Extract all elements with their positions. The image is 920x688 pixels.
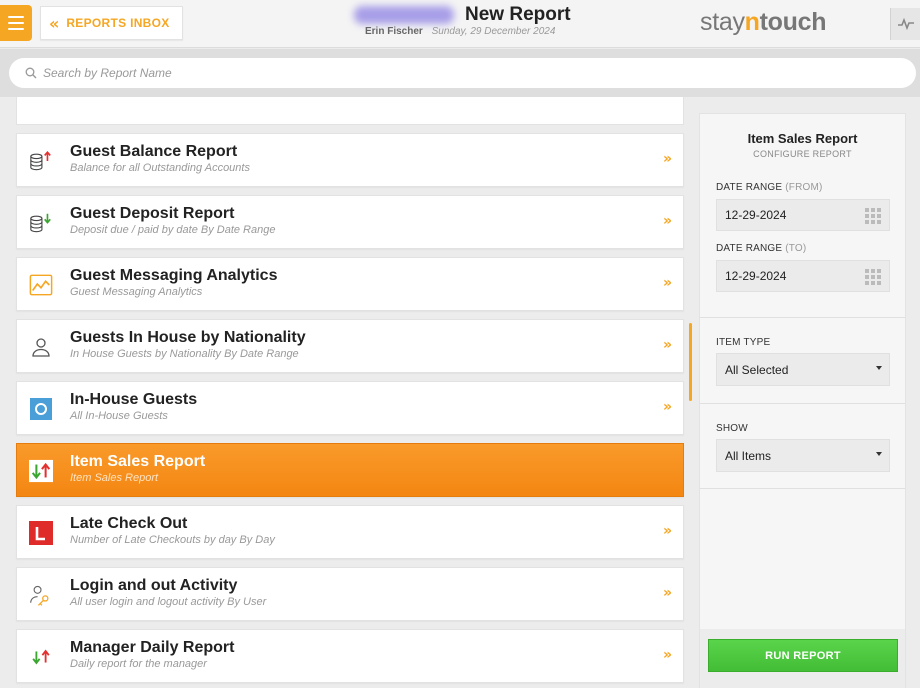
double-chevron-right-icon: » [662, 275, 672, 291]
run-report-button[interactable]: RUN REPORT [708, 639, 898, 672]
show-label: SHOW [716, 423, 748, 434]
arrows-up-down-icon [29, 645, 53, 669]
report-title: Item Sales Report [70, 453, 206, 470]
report-description: Daily report for the manager [70, 658, 207, 670]
hotel-name-blurred [354, 6, 454, 24]
report-row-guest-deposit[interactable]: Guest Deposit Report Deposit due / paid … [16, 195, 684, 249]
report-description: Deposit due / paid by date By Date Range [70, 224, 276, 236]
date-from-label: DATE RANGE (FROM) [716, 182, 823, 193]
report-row-guest-messaging[interactable]: Guest Messaging Analytics Guest Messagin… [16, 257, 684, 311]
show-value: All Items [725, 449, 772, 463]
menu-bar-icon [8, 22, 24, 24]
report-row-guest-balance[interactable]: Guest Balance Report Balance for all Out… [16, 133, 684, 187]
double-chevron-right-icon: » [662, 647, 672, 663]
report-description: Number of Late Checkouts by day By Day [70, 534, 275, 546]
show-select[interactable]: All Items [716, 439, 890, 472]
report-description: All user login and logout activity By Us… [70, 596, 267, 608]
report-description: All In-House Guests [70, 410, 168, 422]
in-house-icon [29, 397, 53, 421]
person-icon [29, 335, 53, 359]
item-type-label: ITEM TYPE [716, 337, 771, 348]
report-row-manager-daily[interactable]: Manager Daily Report Daily report for th… [16, 629, 684, 683]
calendar-icon[interactable] [865, 269, 881, 285]
caret-down-icon [876, 452, 882, 456]
report-row-late-check-out[interactable]: Late Check Out Number of Late Checkouts … [16, 505, 684, 559]
reports-inbox-button[interactable]: « REPORTS INBOX [40, 6, 183, 40]
divider [700, 317, 905, 318]
report-row-guests-nationality[interactable]: Guests In House by Nationality In House … [16, 319, 684, 373]
report-description: Guest Messaging Analytics [70, 286, 203, 298]
caret-down-icon [876, 366, 882, 370]
divider [700, 488, 905, 489]
date-from-value: 12-29-2024 [725, 208, 787, 222]
double-chevron-right-icon: » [662, 213, 672, 229]
run-report-area: RUN REPORT [700, 629, 905, 688]
item-type-value: All Selected [725, 363, 789, 377]
search-input[interactable] [43, 66, 643, 80]
report-row-partial[interactable] [16, 97, 684, 125]
report-title: Guest Balance Report [70, 143, 238, 160]
report-title: Login and out Activity [70, 577, 238, 594]
item-type-select[interactable]: All Selected [716, 353, 890, 386]
config-report-title: Item Sales Report [747, 131, 858, 146]
configure-report-panel: Item Sales Report CONFIGURE REPORT DATE … [699, 113, 906, 688]
date-to-value: 12-29-2024 [725, 269, 787, 283]
late-checkout-icon [29, 521, 53, 545]
report-list: Guest Balance Report Balance for all Out… [0, 97, 694, 688]
report-title: Guest Deposit Report [70, 205, 235, 222]
divider [700, 403, 905, 404]
report-description: Balance for all Outstanding Accounts [70, 162, 250, 174]
double-chevron-right-icon: » [662, 523, 672, 539]
report-row-login-activity[interactable]: Login and out Activity All user login an… [16, 567, 684, 621]
coins-up-icon [29, 149, 53, 173]
report-description: Item Sales Report [70, 472, 159, 484]
reports-inbox-label: REPORTS INBOX [66, 16, 170, 30]
double-chevron-right-icon: » [662, 585, 672, 601]
double-chevron-left-icon: « [49, 13, 59, 33]
report-title: Manager Daily Report [70, 639, 235, 656]
double-chevron-right-icon: » [662, 399, 672, 415]
activity-wave-icon [897, 18, 914, 30]
report-title: Guest Messaging Analytics [70, 267, 278, 284]
menu-bar-icon [8, 16, 24, 18]
report-row-in-house-guests[interactable]: In-House Guests All In-House Guests » [16, 381, 684, 435]
double-chevron-right-icon: » [662, 337, 672, 353]
arrows-up-down-icon [29, 459, 53, 483]
search-bar-area [0, 49, 920, 97]
list-scrollbar[interactable] [689, 323, 692, 401]
calendar-icon[interactable] [865, 208, 881, 224]
search-icon [25, 67, 37, 79]
report-title: Guests In House by Nationality [70, 329, 306, 346]
menu-button[interactable] [0, 5, 32, 41]
activity-button[interactable] [890, 8, 920, 40]
menu-bar-icon [8, 28, 24, 30]
coins-down-icon [29, 211, 53, 235]
top-header: « REPORTS INBOX New Report Erin Fischer … [0, 0, 920, 48]
search-box[interactable] [9, 58, 916, 88]
analytics-chart-icon [29, 273, 53, 297]
report-description: In House Guests by Nationality By Date R… [70, 348, 299, 360]
date-from-field[interactable]: 12-29-2024 [716, 199, 890, 231]
business-date: Sunday, 29 December 2024 [431, 26, 556, 37]
report-title: Late Check Out [70, 515, 188, 532]
user-date-line: Erin Fischer Sunday, 29 December 2024 [365, 26, 555, 37]
page-title: New Report [465, 4, 571, 25]
report-row-item-sales-selected[interactable]: Item Sales Report Item Sales Report [16, 443, 684, 497]
config-subtitle: CONFIGURE REPORT [753, 149, 852, 159]
double-chevron-right-icon: » [662, 151, 672, 167]
date-to-field[interactable]: 12-29-2024 [716, 260, 890, 292]
stayntouch-logo: stayntouch [700, 8, 827, 36]
user-key-icon [29, 583, 53, 607]
report-title: In-House Guests [70, 391, 198, 408]
date-to-label: DATE RANGE (TO) [716, 243, 807, 254]
user-name: Erin Fischer [365, 26, 423, 37]
